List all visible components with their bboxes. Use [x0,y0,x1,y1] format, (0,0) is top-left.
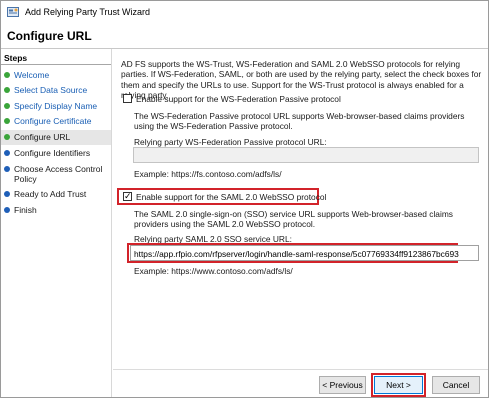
step-label: Select Data Source [14,85,88,95]
step-pending-icon [4,166,10,172]
step-specify-display-name[interactable]: Specify Display Name [1,99,111,114]
step-label: Choose Access Control Policy [14,164,103,184]
saml-description: The SAML 2.0 single-sign-on (SSO) servic… [134,209,453,230]
step-configure-identifiers: Configure Identifiers [1,146,111,161]
steps-title: Steps [4,53,28,63]
step-label: Configure URL [14,132,71,142]
step-select-data-source[interactable]: Select Data Source [1,83,111,98]
steps-pane: Steps Welcome Select Data Source Specify… [1,49,112,397]
saml-url-example: Example: https://www.contoso.com/adfs/ls… [134,266,293,276]
saml-checkbox[interactable]: ✓ [123,191,132,201]
footer-divider [113,369,488,370]
step-label: Finish [14,205,37,215]
step-pending-icon [4,207,10,213]
wsfed-description: The WS-Federation Passive protocol URL s… [134,111,465,132]
step-complete-icon [4,103,10,109]
wsfed-checkbox-label[interactable]: Enable support for the WS-Federation Pas… [136,94,341,104]
previous-button[interactable]: < Previous [319,376,366,394]
step-complete-icon [4,87,10,93]
step-ready-to-add-trust: Ready to Add Trust [1,187,111,202]
title-bar: Add Relying Party Trust Wizard [1,1,488,24]
step-label: Specify Display Name [14,101,98,111]
step-configure-certificate[interactable]: Configure Certificate [1,114,111,129]
wsfed-url-example: Example: https://fs.contoso.com/adfs/ls/ [134,169,282,179]
wizard-window: Add Relying Party Trust Wizard Configure… [0,0,489,398]
cancel-button[interactable]: Cancel [432,376,480,394]
saml-url-input[interactable]: https://app.rfpio.com/rfpserver/login/ha… [130,245,479,261]
step-welcome[interactable]: Welcome [1,68,111,83]
step-complete-icon [4,72,10,78]
wsfed-url-input[interactable] [133,147,479,163]
step-current-icon [4,134,10,140]
checkmark-icon: ✓ [124,191,132,201]
wsfed-url-label: Relying party WS-Federation Passive prot… [134,137,327,147]
step-finish: Finish [1,203,111,218]
step-label: Configure Certificate [14,116,92,126]
step-label: Configure Identifiers [14,148,91,158]
saml-checkbox-label[interactable]: Enable support for the SAML 2.0 WebSSO p… [136,192,326,202]
step-choose-access-control-policy: Choose Access Control Policy [1,162,111,188]
step-label: Welcome [14,70,50,80]
wsfed-checkbox[interactable] [123,94,132,103]
steps-divider [1,64,111,65]
step-label: Ready to Add Trust [14,189,87,199]
page-title: Configure URL [7,29,92,43]
adfs-app-icon [7,7,19,17]
step-configure-url: Configure URL [1,130,111,145]
content-pane: AD FS supports the WS-Trust, WS-Federati… [113,49,488,369]
step-pending-icon [4,150,10,156]
window-title: Add Relying Party Trust Wizard [25,7,151,17]
next-button[interactable]: Next > [374,376,423,394]
step-complete-icon [4,118,10,124]
step-pending-icon [4,191,10,197]
wizard-header: Configure URL [1,24,488,48]
